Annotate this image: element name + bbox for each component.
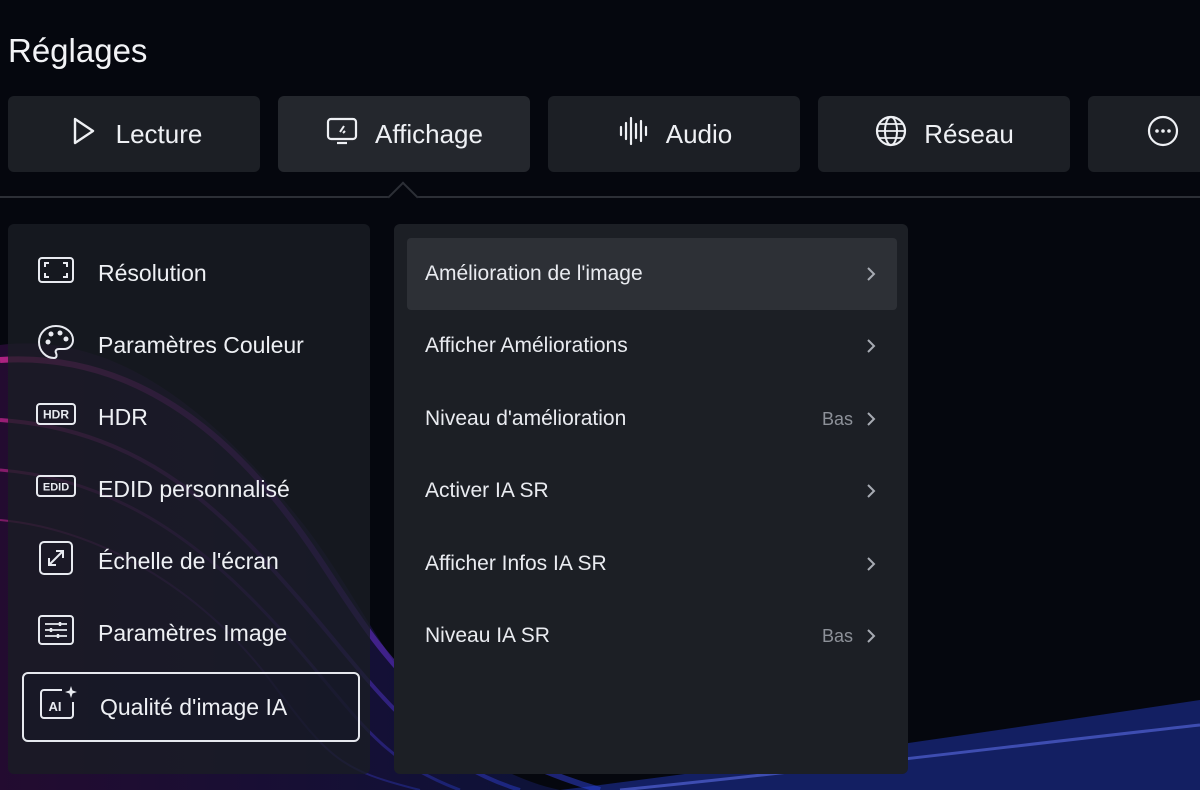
category-label: Paramètres Couleur xyxy=(98,331,304,358)
screen-scale-icon xyxy=(36,538,76,584)
submenu-item-image-enhancement[interactable]: Amélioration de l'image xyxy=(407,238,897,310)
submenu-item-enable-ai-sr[interactable]: Activer IA SR xyxy=(407,455,897,527)
category-label: Qualité d'image IA xyxy=(100,693,288,720)
more-icon xyxy=(1146,114,1180,155)
edid-icon: EDID xyxy=(36,466,76,512)
submenu-label: Activer IA SR xyxy=(425,479,549,502)
category-edid[interactable]: EDID EDID personnalisé xyxy=(22,454,360,524)
tab-label: Lecture xyxy=(115,118,203,149)
submenu-label: Niveau IA SR xyxy=(425,624,550,647)
category-resolution[interactable]: Résolution xyxy=(22,238,360,308)
display-icon xyxy=(325,114,359,155)
resolution-frame-icon xyxy=(36,250,76,296)
submenu-item-show-enhancements[interactable]: Afficher Améliorations xyxy=(407,310,897,382)
category-label: HDR xyxy=(98,403,148,430)
tab-label: Réseau xyxy=(924,118,1014,149)
category-color-settings[interactable]: Paramètres Couleur xyxy=(22,310,360,380)
tab-lecture[interactable]: Lecture xyxy=(8,96,260,172)
submenu-value: Bas xyxy=(821,625,853,646)
palette-icon xyxy=(36,322,76,368)
category-panel: Résolution Paramètres Couleur HDR HDR ED… xyxy=(8,224,370,774)
page-title: Réglages xyxy=(8,32,148,69)
category-label: Résolution xyxy=(98,259,207,286)
hdr-badge-text: HDR xyxy=(43,408,69,422)
hdr-icon: HDR xyxy=(36,394,76,440)
chevron-right-icon xyxy=(867,629,876,643)
chevron-right-icon xyxy=(867,267,876,281)
tab-label: Affichage xyxy=(375,118,483,149)
category-image-settings[interactable]: Paramètres Image xyxy=(22,598,360,668)
submenu-label: Niveau d'amélioration xyxy=(425,407,627,430)
submenu-item-show-ai-sr-info[interactable]: Afficher Infos IA SR xyxy=(407,528,897,600)
category-label: EDID personnalisé xyxy=(98,475,290,502)
ai-sparkle-icon: AI xyxy=(38,684,78,730)
submenu-value: Bas xyxy=(821,408,853,429)
globe-icon xyxy=(874,114,908,155)
chevron-right-icon xyxy=(867,557,876,571)
submenu-label: Afficher Améliorations xyxy=(425,334,628,357)
edid-badge-text: EDID xyxy=(43,482,69,494)
submenu-label: Afficher Infos IA SR xyxy=(425,552,607,575)
category-label: Paramètres Image xyxy=(98,619,288,646)
submenu-label: Amélioration de l'image xyxy=(425,262,643,285)
chevron-right-icon xyxy=(867,412,876,426)
ai-badge-text: AI xyxy=(49,699,62,714)
category-screen-scale[interactable]: Échelle de l'écran xyxy=(22,526,360,596)
tab-divider xyxy=(0,196,1200,198)
tab-audio[interactable]: Audio xyxy=(548,96,800,172)
chevron-right-icon xyxy=(867,339,876,353)
tab-reseau[interactable]: Réseau xyxy=(818,96,1070,172)
audio-wave-icon xyxy=(616,114,650,155)
submenu-panel: Amélioration de l'image Afficher Amélior… xyxy=(394,224,908,774)
tab-label: Audio xyxy=(665,118,733,149)
chevron-right-icon xyxy=(867,484,876,498)
image-settings-icon xyxy=(36,610,76,656)
category-hdr[interactable]: HDR HDR xyxy=(22,382,360,452)
play-icon xyxy=(66,114,100,155)
tab-more[interactable] xyxy=(1088,96,1200,172)
category-ai-picture-quality[interactable]: AI Qualité d'image IA xyxy=(22,672,360,742)
submenu-item-ai-sr-level[interactable]: Niveau IA SR Bas xyxy=(407,600,897,672)
submenu-item-enhancement-level[interactable]: Niveau d'amélioration Bas xyxy=(407,383,897,455)
category-label: Échelle de l'écran xyxy=(98,547,279,574)
tab-bar: Lecture Affichage Audio Réseau xyxy=(0,96,1200,174)
tab-affichage[interactable]: Affichage xyxy=(278,96,530,172)
